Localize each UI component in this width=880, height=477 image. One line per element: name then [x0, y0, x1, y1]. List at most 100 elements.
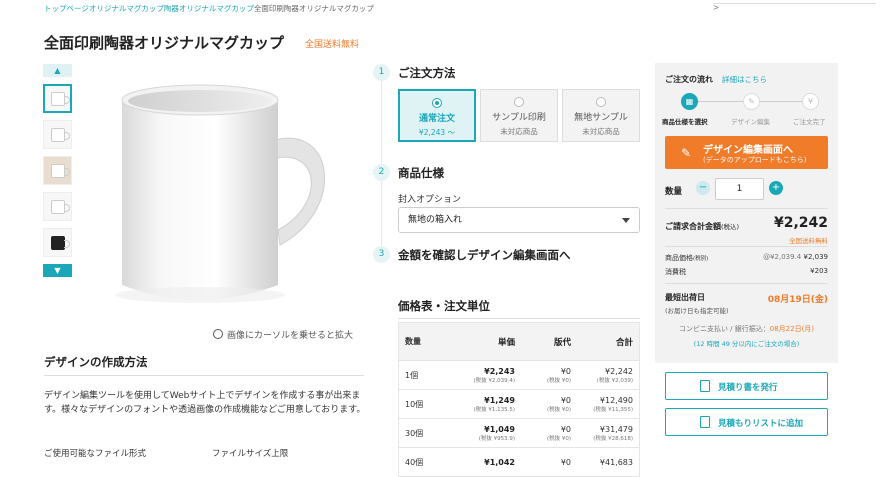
- add-quote-list-button[interactable]: 見積もりリストに追加: [665, 408, 828, 436]
- order-option-note: 未対応商品: [500, 127, 538, 136]
- free-shipping-badge: 全国送料無料: [305, 40, 360, 50]
- wrap-option-value: 無地の箱入れ: [408, 215, 463, 225]
- step-3-label: 金額を確認しデザイン編集画面へ: [398, 248, 571, 262]
- design-editor-button-sub: (データのアップロードもこちら): [703, 156, 807, 164]
- howto-title: デザインの作成方法: [44, 355, 148, 369]
- quantity-label: 数量: [665, 187, 683, 197]
- issue-quote-button[interactable]: 見積り書を発行: [665, 372, 828, 400]
- convenience-payment-info: コンビニ支払い / 銀行振込：08月22日(月): [665, 324, 828, 334]
- table-row: 1個 ¥2,243 (税抜 ¥2,039.4) ¥0 (税抜 ¥0) ¥2,242(…: [399, 360, 639, 389]
- order-option-label: サンプル印刷: [492, 113, 546, 123]
- item-price-amount: ¥2,039: [803, 253, 829, 261]
- price-table-header: 数量 単価 版代 合計: [399, 323, 639, 360]
- cell-total: ¥2,242: [605, 366, 633, 376]
- cell-total: ¥41,683: [599, 457, 633, 467]
- pencil-icon: ✎: [743, 93, 760, 110]
- bookmark-icon: [700, 416, 710, 428]
- cell-total: ¥12,490: [599, 395, 633, 405]
- order-option-plain-sample[interactable]: 無地サンプル 未対応商品: [562, 89, 640, 142]
- breadcrumb-current: 全面印刷陶器オリジナルマグカップ: [253, 4, 374, 13]
- order-option-label: 通常注文: [418, 114, 455, 124]
- thumbnail-4[interactable]: [43, 192, 72, 221]
- document-icon: [700, 380, 710, 392]
- thumbnail-3[interactable]: [43, 156, 72, 185]
- cell-unit-tax: (税抜 ¥1,135.5): [473, 406, 515, 413]
- yen-icon: ¥: [802, 93, 819, 110]
- step-1-label: ご注文方法: [398, 66, 456, 80]
- cell-plate: ¥0: [560, 424, 571, 434]
- cell-unit: ¥1,049: [484, 424, 515, 434]
- order-flow-detail-link[interactable]: 詳細はこちら: [722, 74, 767, 85]
- wrap-option-select[interactable]: 無地の箱入れ: [398, 207, 640, 233]
- cell-total-tax: (税抜 ¥2,039): [596, 377, 633, 384]
- cell-unit: ¥2,243: [484, 366, 515, 376]
- cell-qty: 1個: [405, 370, 419, 380]
- magnifier-icon: [213, 329, 223, 339]
- radio-icon: [432, 98, 442, 108]
- design-editor-button-label: デザイン編集画面へ: [703, 145, 793, 156]
- thumbnail-down-button[interactable]: ▼: [43, 264, 72, 277]
- gift-icon: ▦: [681, 93, 698, 110]
- howto-text: デザイン編集ツールを使用してWebサイト上でデザインを作成する事が出来ます。様々…: [44, 391, 366, 415]
- total-value: ¥2,242: [773, 215, 828, 231]
- cell-plate: ¥0: [560, 457, 571, 467]
- quantity-decrease-button[interactable]: −: [696, 181, 710, 195]
- header-unit: 単価: [497, 337, 515, 348]
- table-row: 30個 ¥1,049 (税抜 ¥953.9) ¥0 (税抜 ¥0) ¥31,479(…: [399, 418, 639, 447]
- step-1-number: 1: [373, 64, 390, 81]
- item-price-detail: @¥2,039.4: [763, 253, 802, 261]
- cell-total-tax: (税抜 ¥28,618): [593, 435, 633, 442]
- item-price-label-tax: (税別): [693, 256, 709, 262]
- chevron-down-icon: [622, 218, 630, 223]
- product-image[interactable]: [100, 70, 360, 320]
- tax-label: 消費税: [665, 268, 686, 276]
- page-title: 全面印刷陶器オリジナルマグカップ: [44, 34, 285, 52]
- convenience-payment-date: 08月22日(月): [769, 325, 815, 333]
- cell-qty: 10個: [405, 399, 424, 409]
- divider: [665, 208, 828, 209]
- radio-icon: [596, 97, 606, 107]
- order-option-normal[interactable]: 通常注文 ¥2,243 〜: [398, 89, 476, 142]
- total-free-shipping: 全国送料無料: [789, 237, 828, 245]
- zoom-hint: 画像にカーソルを乗せると拡大: [213, 328, 353, 341]
- cell-total: ¥31,479: [599, 424, 633, 434]
- tax-value: ¥203: [810, 267, 828, 275]
- file-formats-label: ご使用可能なファイル形式: [44, 449, 147, 459]
- edit-icon: ✎: [681, 146, 692, 160]
- thumbnail-strip: ▲ ▼: [43, 64, 72, 277]
- quantity-increase-button[interactable]: +: [769, 181, 783, 195]
- thumbnail-1[interactable]: [43, 84, 72, 113]
- cell-total-tax: (税抜 ¥11,355): [593, 406, 633, 413]
- total-label-text: ご請求合計金額: [665, 222, 721, 231]
- thumbnail-5[interactable]: [43, 228, 72, 257]
- header-total: 合計: [615, 337, 633, 348]
- order-option-sample-print[interactable]: サンプル印刷 未対応商品: [480, 89, 558, 142]
- item-price-label-text: 商品価格: [665, 254, 693, 262]
- ship-date-value: 08月19日(金): [767, 295, 828, 305]
- design-editor-button[interactable]: ✎ デザイン編集画面へ (データのアップロードもこちら): [665, 136, 828, 169]
- thumbnail-2[interactable]: [43, 120, 72, 149]
- divider: [44, 375, 364, 376]
- quantity-input[interactable]: 1: [715, 178, 764, 200]
- flow-step-2: デザイン編集: [731, 118, 770, 126]
- item-price-label: 商品価格(税別): [665, 253, 708, 263]
- table-row: 10個 ¥1,249 (税抜 ¥1,135.5) ¥0 (税抜 ¥0) ¥12,49…: [399, 389, 639, 418]
- breadcrumb-top[interactable]: トップページ: [44, 4, 89, 13]
- order-option-label: 無地サンプル: [574, 113, 628, 123]
- breadcrumb-ceramic-mug[interactable]: 陶器オリジナルマグカップ: [164, 4, 254, 13]
- add-quote-list-label: 見積もりリストに追加: [718, 419, 804, 429]
- ship-date-label: 最短出荷日: [665, 293, 705, 302]
- header-qty: 数量: [405, 337, 421, 346]
- cell-plate: ¥0: [560, 395, 571, 405]
- price-table: 数量 単価 版代 合計 1個 ¥2,243 (税抜 ¥2,039.4) ¥0 (税抜…: [398, 322, 640, 477]
- thumbnail-up-button[interactable]: ▲: [43, 64, 72, 77]
- cell-plate-tax: (税抜 ¥0): [546, 435, 571, 442]
- ship-date-sub: (お届け日も指定可能): [665, 307, 729, 315]
- breadcrumb-separator: >: [713, 3, 876, 12]
- order-option-price: ¥2,243 〜: [418, 128, 456, 137]
- header-plate: 版代: [553, 337, 571, 348]
- cell-unit-tax: (税抜 ¥953.9): [478, 435, 515, 442]
- convenience-payment-text: コンビニ支払い / 銀行振込：: [678, 325, 770, 333]
- order-deadline: (12 時間 49 分以内にご注文の場合): [693, 340, 800, 348]
- breadcrumb-original-mug[interactable]: オリジナルマグカップ: [89, 4, 164, 13]
